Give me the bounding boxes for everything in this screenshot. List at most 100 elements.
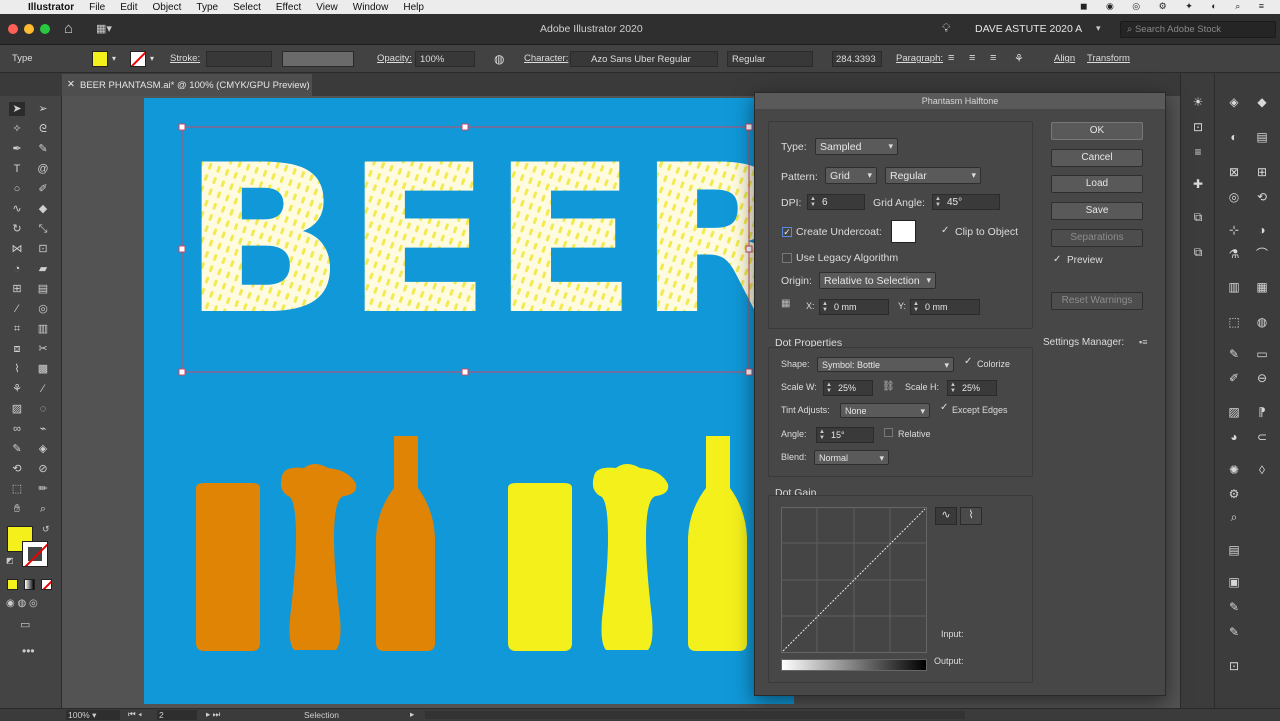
menu-help[interactable]: Help [403, 2, 424, 13]
orange-beer-shapes[interactable] [196, 436, 435, 651]
home-icon[interactable]: ⌂ [64, 20, 73, 37]
panel-icon-36[interactable]: ✎ [1225, 624, 1243, 640]
panel-icon-19[interactable]: ⬚ [1225, 314, 1243, 330]
stepper-icon[interactable]: ▲ ▼ [826, 382, 832, 394]
panel-icon-18[interactable]: ▦ [1253, 279, 1271, 295]
artboard-nav-first-icon[interactable]: ⏮ ◂ [128, 709, 142, 720]
artboard-tool-icon[interactable]: ⧈ [9, 342, 25, 356]
fill-swatch[interactable] [92, 51, 108, 67]
panel-icon-17[interactable]: ▥ [1225, 279, 1243, 295]
astute-tool-j-icon[interactable]: ◈ [35, 442, 51, 456]
panel-icon-37[interactable]: ⊡ [1225, 658, 1243, 674]
stepper-icon[interactable]: ▲ ▼ [810, 196, 816, 208]
scale-tool-icon[interactable]: ⤡ [35, 222, 51, 236]
checkmark-icon[interactable]: ✓ [1053, 254, 1061, 265]
libraries-icon[interactable]: ◆ [1253, 94, 1271, 110]
panel-icon-31[interactable]: ⚙ [1225, 486, 1243, 502]
panel-icon-34[interactable]: ▣ [1225, 574, 1243, 590]
pattern-select[interactable]: Grid [825, 167, 877, 184]
grid-angle-field[interactable]: ▲ ▼ 45° [932, 194, 1000, 210]
transform-link[interactable]: Transform [1087, 50, 1130, 68]
menu-object[interactable]: Object [152, 2, 181, 13]
swap-colors-icon[interactable]: ↺ [42, 524, 50, 535]
menu-select[interactable]: Select [233, 2, 261, 13]
column-graph-tool-icon[interactable]: ▥ [35, 322, 51, 336]
menu-view[interactable]: View [316, 2, 338, 13]
astute-tool-f-icon[interactable]: ◌ [35, 402, 51, 416]
gradient-mode-icon[interactable] [24, 579, 35, 590]
panel-icon-20[interactable]: ◍ [1253, 314, 1271, 330]
astute-tool-l-icon[interactable]: ⊘ [35, 462, 51, 476]
astute-tool-n-icon[interactable]: ✏ [35, 482, 51, 496]
default-colors-icon[interactable]: ◩ [6, 556, 14, 565]
checkmark-icon[interactable]: ✓ [964, 356, 972, 367]
panel-icon-2[interactable]: ⊡ [1189, 119, 1207, 135]
panel-icon-32[interactable]: ⌕ [1225, 509, 1243, 525]
screen-mode-icon[interactable]: ▭ [20, 618, 30, 631]
rotate-tool-icon[interactable]: ↻ [9, 222, 25, 236]
align-right-icon[interactable]: ≡ [990, 52, 996, 64]
undercoat-color-swatch[interactable] [891, 220, 916, 243]
panel-icon-8[interactable]: ▤ [1253, 129, 1271, 145]
paintbrush-tool-icon[interactable]: ✐ [35, 182, 51, 196]
panel-icon-30[interactable]: ◊ [1253, 462, 1271, 478]
curvature-tool-icon[interactable]: ✎ [35, 142, 51, 156]
astute-tool-i-icon[interactable]: ✎ [9, 442, 25, 456]
reset-warnings-button[interactable]: Reset Warnings [1051, 292, 1143, 310]
scale-h-field[interactable]: ▲ ▼ 25% [947, 380, 997, 396]
astute-tool-b-icon[interactable]: ▩ [35, 362, 51, 376]
opentype-icon[interactable]: ⚘ [1014, 52, 1024, 65]
beer-text[interactable]: BEER [182, 122, 802, 360]
panel-icon-4[interactable]: ✚ [1189, 176, 1207, 192]
stepper-icon[interactable]: ▲ ▼ [935, 196, 941, 208]
close-window-button[interactable] [8, 24, 18, 34]
panel-icon-27[interactable]: ◕ [1225, 429, 1243, 445]
checkmark-icon[interactable]: ✓ [941, 225, 949, 236]
eyedropper-tool-icon[interactable]: ⁄ [9, 302, 25, 316]
type-tool-icon[interactable]: T [9, 162, 25, 176]
settings-menu-icon[interactable]: ▪≡ [1139, 337, 1147, 347]
align-center-icon[interactable]: ≡ [969, 52, 975, 64]
panel-icon-7[interactable]: ◐ [1225, 129, 1243, 145]
font-style-select[interactable]: Regular [727, 51, 813, 67]
mesh-tool-icon[interactable]: ⊞ [9, 282, 25, 296]
menu-type[interactable]: Type [196, 2, 218, 13]
menu-file[interactable]: File [89, 2, 105, 13]
chevron-down-icon[interactable]: ▾ [150, 54, 154, 63]
perspective-tool-icon[interactable]: ▰ [35, 262, 51, 276]
separations-button[interactable]: Separations [1051, 229, 1143, 247]
stepper-icon[interactable]: ▲ ▼ [950, 382, 956, 394]
astute-tool-k-icon[interactable]: ⟲ [9, 462, 25, 476]
tint-adjusts-select[interactable]: None [840, 403, 930, 418]
font-field[interactable]: Azo Sans Uber Regular [570, 51, 718, 67]
layers-icon[interactable]: ◈ [1225, 94, 1243, 110]
create-undercoat-checkbox[interactable]: ✓ [782, 227, 792, 237]
astute-tool-d-icon[interactable]: ⁄ [35, 382, 51, 396]
opacity-field[interactable]: 100% [415, 51, 475, 67]
artboard-number-field[interactable]: 2 [157, 710, 197, 720]
stepper-icon[interactable]: ▲ ▼ [819, 429, 825, 441]
link-icon[interactable]: ⛓ [882, 381, 895, 392]
panel-icon-22[interactable]: ▭ [1253, 346, 1271, 362]
panel-icon-5[interactable]: ⧉ [1189, 209, 1207, 225]
none-mode-icon[interactable] [41, 579, 52, 590]
origin-select[interactable]: Relative to Selection [819, 272, 936, 289]
panel-icon-11[interactable]: ◎ [1225, 189, 1243, 205]
chevron-down-icon[interactable]: ▾ [1096, 23, 1101, 34]
zoom-select[interactable]: 100% ▾ [66, 710, 120, 720]
direct-selection-tool-icon[interactable]: ➢ [35, 102, 51, 116]
align-link[interactable]: Align [1054, 50, 1075, 68]
color-mode-icon[interactable] [7, 579, 18, 590]
gradient-tool-icon[interactable]: ▤ [35, 282, 51, 296]
ellipse-tool-icon[interactable]: ○ [9, 182, 25, 196]
menu-window[interactable]: Window [353, 2, 389, 13]
panel-icon-16[interactable]: ⌒ [1253, 246, 1271, 262]
status-menu-icon[interactable]: ▸ [410, 709, 414, 720]
free-transform-tool-icon[interactable]: ⊡ [35, 242, 51, 256]
align-left-icon[interactable]: ≡ [948, 52, 954, 64]
zoom-window-button[interactable] [40, 24, 50, 34]
ok-button[interactable]: OK [1051, 122, 1143, 140]
stepper-icon[interactable]: ▲ ▼ [913, 301, 919, 313]
selection-tool-icon[interactable]: ➤ [9, 102, 25, 116]
minimize-window-button[interactable] [24, 24, 34, 34]
